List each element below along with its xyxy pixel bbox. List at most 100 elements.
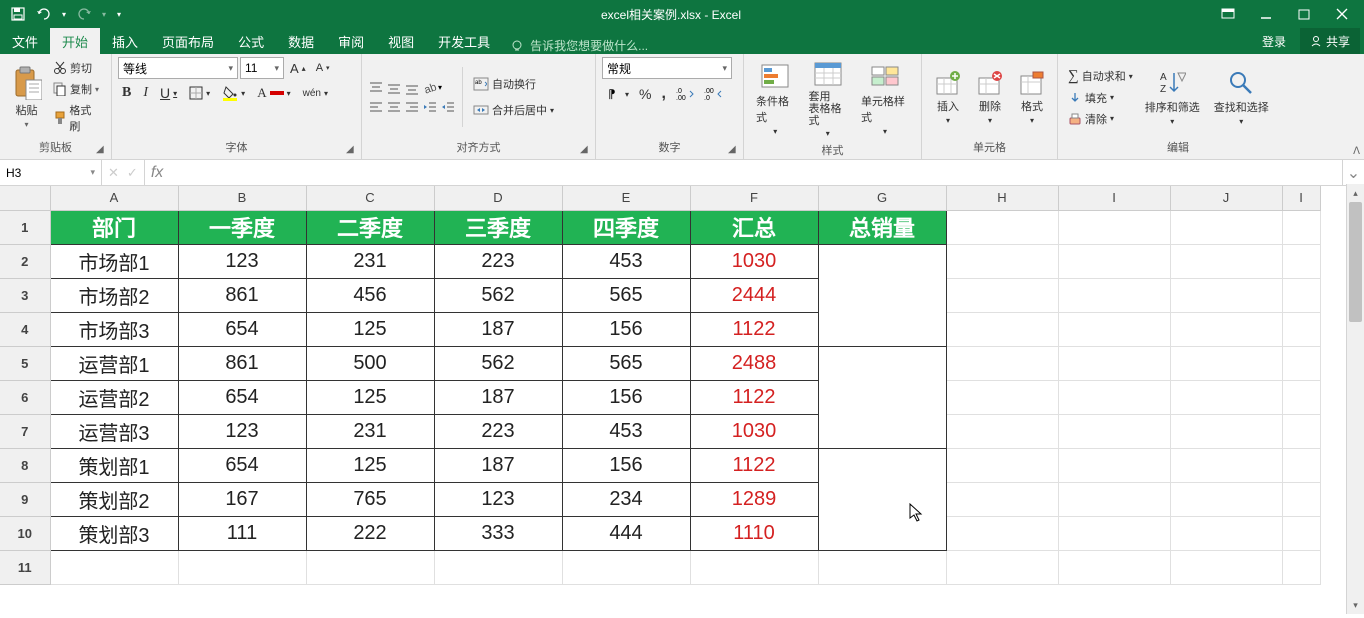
- underline-button[interactable]: U▾: [156, 83, 181, 103]
- cell-E2[interactable]: 453: [562, 244, 690, 278]
- cell-I11[interactable]: [1058, 550, 1170, 584]
- row-header-6[interactable]: 6: [0, 380, 50, 414]
- login-button[interactable]: 登录: [1250, 28, 1298, 54]
- cell-A11[interactable]: [50, 550, 178, 584]
- redo-button[interactable]: [72, 2, 96, 26]
- cell-B11[interactable]: [178, 550, 306, 584]
- accounting-format-button[interactable]: ⁋▾: [602, 84, 633, 104]
- conditional-format-button[interactable]: 条件格式▾: [750, 59, 800, 138]
- cell-A9[interactable]: 策划部2: [50, 482, 178, 516]
- cell-J11[interactable]: [1170, 550, 1282, 584]
- increase-decimal-button[interactable]: .0.00: [672, 85, 698, 103]
- tab-data[interactable]: 数据: [276, 28, 326, 54]
- border-button[interactable]: ▾: [185, 84, 214, 102]
- col-header-K[interactable]: I: [1282, 186, 1320, 210]
- cell-I5[interactable]: [1058, 346, 1170, 380]
- cell-B10[interactable]: 111: [178, 516, 306, 550]
- format-painter-button[interactable]: 格式刷: [49, 100, 105, 136]
- cell-F7[interactable]: 1030: [690, 414, 818, 448]
- cell-K2[interactable]: [1282, 244, 1320, 278]
- tab-home[interactable]: 开始: [50, 28, 100, 54]
- cell-B4[interactable]: 654: [178, 312, 306, 346]
- decrease-indent-button[interactable]: [422, 99, 438, 115]
- cell-E11[interactable]: [562, 550, 690, 584]
- minimize-button[interactable]: [1248, 2, 1284, 26]
- scroll-up-button[interactable]: ▴: [1347, 184, 1364, 202]
- cell-A3[interactable]: 市场部2: [50, 278, 178, 312]
- cell-I3[interactable]: [1058, 278, 1170, 312]
- tab-file[interactable]: 文件: [0, 28, 50, 54]
- tab-page-layout[interactable]: 页面布局: [150, 28, 226, 54]
- cell-C2[interactable]: 231: [306, 244, 434, 278]
- save-button[interactable]: [6, 2, 30, 26]
- select-all-corner[interactable]: [0, 186, 50, 210]
- cell-styles-button[interactable]: 单元格样式▾: [855, 59, 915, 138]
- orientation-button[interactable]: ab▾: [422, 80, 442, 96]
- cell-H3[interactable]: [946, 278, 1058, 312]
- cell-H9[interactable]: [946, 482, 1058, 516]
- scroll-down-button[interactable]: ▾: [1347, 596, 1364, 614]
- align-top-button[interactable]: [368, 80, 384, 96]
- cell-F4[interactable]: 1122: [690, 312, 818, 346]
- alignment-launcher[interactable]: ◢: [580, 144, 592, 156]
- wrap-text-button[interactable]: ab自动换行: [469, 74, 558, 94]
- row-header-5[interactable]: 5: [0, 346, 50, 380]
- ribbon-display-button[interactable]: [1210, 2, 1246, 26]
- align-left-button[interactable]: [368, 99, 384, 115]
- cell-J8[interactable]: [1170, 448, 1282, 482]
- cell-F3[interactable]: 2444: [690, 278, 818, 312]
- col-header-F[interactable]: F: [690, 186, 818, 210]
- cell-J5[interactable]: [1170, 346, 1282, 380]
- scroll-thumb[interactable]: [1349, 202, 1362, 322]
- share-button[interactable]: 共享: [1300, 28, 1360, 54]
- cell-B8[interactable]: 654: [178, 448, 306, 482]
- cell-K8[interactable]: [1282, 448, 1320, 482]
- cell-D5[interactable]: 562: [434, 346, 562, 380]
- cell-E7[interactable]: 453: [562, 414, 690, 448]
- font-size-select[interactable]: 11: [240, 57, 284, 79]
- cell-K7[interactable]: [1282, 414, 1320, 448]
- col-header-J[interactable]: J: [1170, 186, 1282, 210]
- cell-K11[interactable]: [1282, 550, 1320, 584]
- increase-font-button[interactable]: A▴: [286, 59, 310, 78]
- cell-K6[interactable]: [1282, 380, 1320, 414]
- col-header-A[interactable]: A: [50, 186, 178, 210]
- cell-H6[interactable]: [946, 380, 1058, 414]
- cell-E10[interactable]: 444: [562, 516, 690, 550]
- sort-filter-button[interactable]: AZ排序和筛选▾: [1139, 67, 1206, 128]
- cell-D9[interactable]: 123: [434, 482, 562, 516]
- vertical-scrollbar[interactable]: ▴ ▾: [1346, 184, 1364, 614]
- cell-K5[interactable]: [1282, 346, 1320, 380]
- worksheet-grid[interactable]: A B C D E F G H I J I 1 部门 一季度 二季度 三季度 四…: [0, 186, 1364, 618]
- col-header-B[interactable]: B: [178, 186, 306, 210]
- col-header-G[interactable]: G: [818, 186, 946, 210]
- cell-I2[interactable]: [1058, 244, 1170, 278]
- cell-A7[interactable]: 运营部3: [50, 414, 178, 448]
- cell-D4[interactable]: 187: [434, 312, 562, 346]
- cell-G8[interactable]: [818, 448, 946, 550]
- find-select-button[interactable]: 查找和选择▾: [1208, 67, 1275, 128]
- cell-D11[interactable]: [434, 550, 562, 584]
- col-header-H[interactable]: H: [946, 186, 1058, 210]
- cell-C8[interactable]: 125: [306, 448, 434, 482]
- cell-C7[interactable]: 231: [306, 414, 434, 448]
- cell-K1[interactable]: [1282, 210, 1320, 244]
- cell-H11[interactable]: [946, 550, 1058, 584]
- cell-H1[interactable]: [946, 210, 1058, 244]
- cell-G2[interactable]: [818, 244, 946, 346]
- cell-J2[interactable]: [1170, 244, 1282, 278]
- cell-A2[interactable]: 市场部1: [50, 244, 178, 278]
- cell-C9[interactable]: 765: [306, 482, 434, 516]
- cell-I1[interactable]: [1058, 210, 1170, 244]
- pinyin-button[interactable]: wén▾: [299, 86, 332, 101]
- align-center-button[interactable]: [386, 99, 402, 115]
- row-header-7[interactable]: 7: [0, 414, 50, 448]
- cell-D10[interactable]: 333: [434, 516, 562, 550]
- row-header-11[interactable]: 11: [0, 550, 50, 584]
- undo-dropdown[interactable]: ▾: [58, 2, 70, 26]
- cell-E8[interactable]: 156: [562, 448, 690, 482]
- align-right-button[interactable]: [404, 99, 420, 115]
- autosum-button[interactable]: ∑自动求和▾: [1064, 66, 1137, 87]
- cell-A5[interactable]: 运营部1: [50, 346, 178, 380]
- row-header-2[interactable]: 2: [0, 244, 50, 278]
